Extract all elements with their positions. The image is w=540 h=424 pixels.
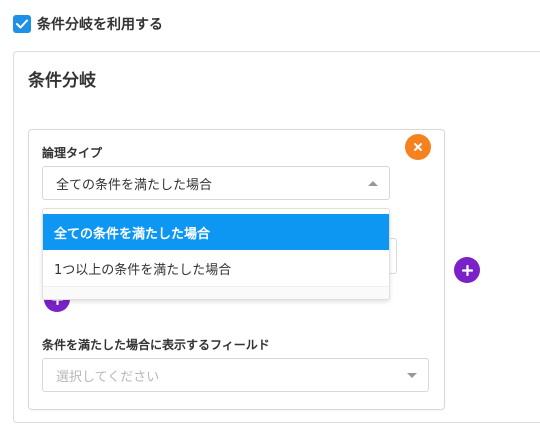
caret-up-icon: [368, 181, 378, 186]
close-icon: [414, 143, 422, 151]
display-field-placeholder: 選択してください: [56, 369, 160, 385]
check-icon: [16, 19, 28, 29]
display-field-select[interactable]: 選択してください: [42, 358, 429, 392]
display-field-label: 条件を満たした場合に表示するフィールド: [42, 338, 270, 352]
enable-conditional-row[interactable]: 条件分岐を利用する: [13, 13, 163, 35]
logic-type-option-all[interactable]: 全ての条件を満たした場合: [43, 214, 389, 250]
remove-condition-button[interactable]: [405, 134, 431, 160]
enable-checkbox-label: 条件分岐を利用する: [37, 17, 163, 33]
add-condition-group-button[interactable]: [454, 257, 480, 283]
logic-type-value: 全ての条件を満たした場合: [56, 177, 213, 193]
panel-title: 条件分岐: [28, 71, 96, 91]
logic-type-dropdown: 全ての条件を満たした場合 1つ以上の条件を満たした場合: [42, 208, 390, 300]
logic-type-label: 論理タイプ: [42, 146, 103, 160]
plus-icon: [461, 264, 473, 276]
logic-type-select[interactable]: 全ての条件を満たした場合: [42, 166, 390, 200]
enable-checkbox[interactable]: [13, 15, 31, 33]
caret-down-icon: [407, 373, 417, 378]
logic-type-option-any[interactable]: 1つ以上の条件を満たした場合: [43, 250, 389, 286]
dropdown-footer: [43, 286, 389, 299]
